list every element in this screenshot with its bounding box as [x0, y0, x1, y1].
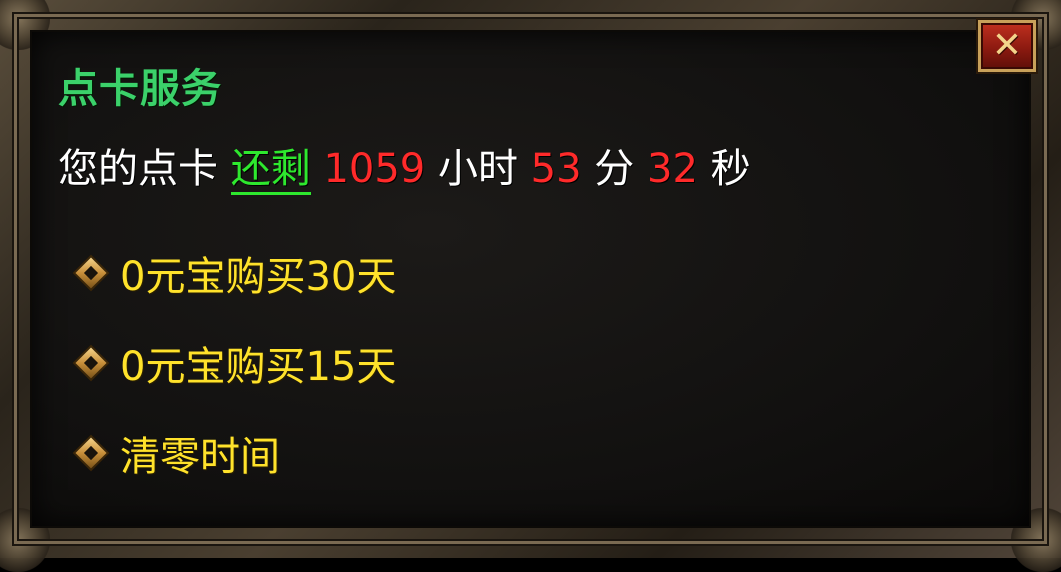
- diamond-bullet-icon: [75, 257, 107, 289]
- minutes-unit: 分: [594, 146, 635, 192]
- hours-unit: 小时: [437, 146, 518, 192]
- diamond-bullet-icon: [75, 347, 107, 379]
- diamond-bullet-icon: [75, 437, 107, 469]
- dialog-title: 点卡服务: [58, 66, 222, 112]
- menu-item-buy-30-days[interactable]: 0元宝购买30天: [72, 250, 396, 300]
- remain-link[interactable]: 还剩: [230, 146, 311, 195]
- menu-item-label: 清零时间: [120, 434, 280, 480]
- minutes-value: 53: [530, 146, 582, 192]
- menu-item-label: 0元宝购买15天: [120, 344, 397, 390]
- hours-value: 1059: [323, 146, 426, 192]
- remaining-time-line: 您的点卡 还剩 1059 小时 53 分 32 秒: [58, 136, 751, 195]
- menu-item-buy-15-days[interactable]: 0元宝购买15天: [72, 340, 396, 390]
- close-button[interactable]: ✕: [978, 20, 1036, 72]
- seconds-unit: 秒: [710, 146, 751, 192]
- status-prefix: 您的点卡: [58, 146, 218, 192]
- service-menu: 0元宝购买30天 0元宝购买15天 清零时间: [72, 250, 396, 520]
- seconds-value: 32: [647, 146, 698, 192]
- close-icon: ✕: [991, 25, 1023, 66]
- menu-item-reset-time[interactable]: 清零时间: [72, 430, 396, 480]
- menu-item-label: 0元宝购买30天: [120, 254, 397, 300]
